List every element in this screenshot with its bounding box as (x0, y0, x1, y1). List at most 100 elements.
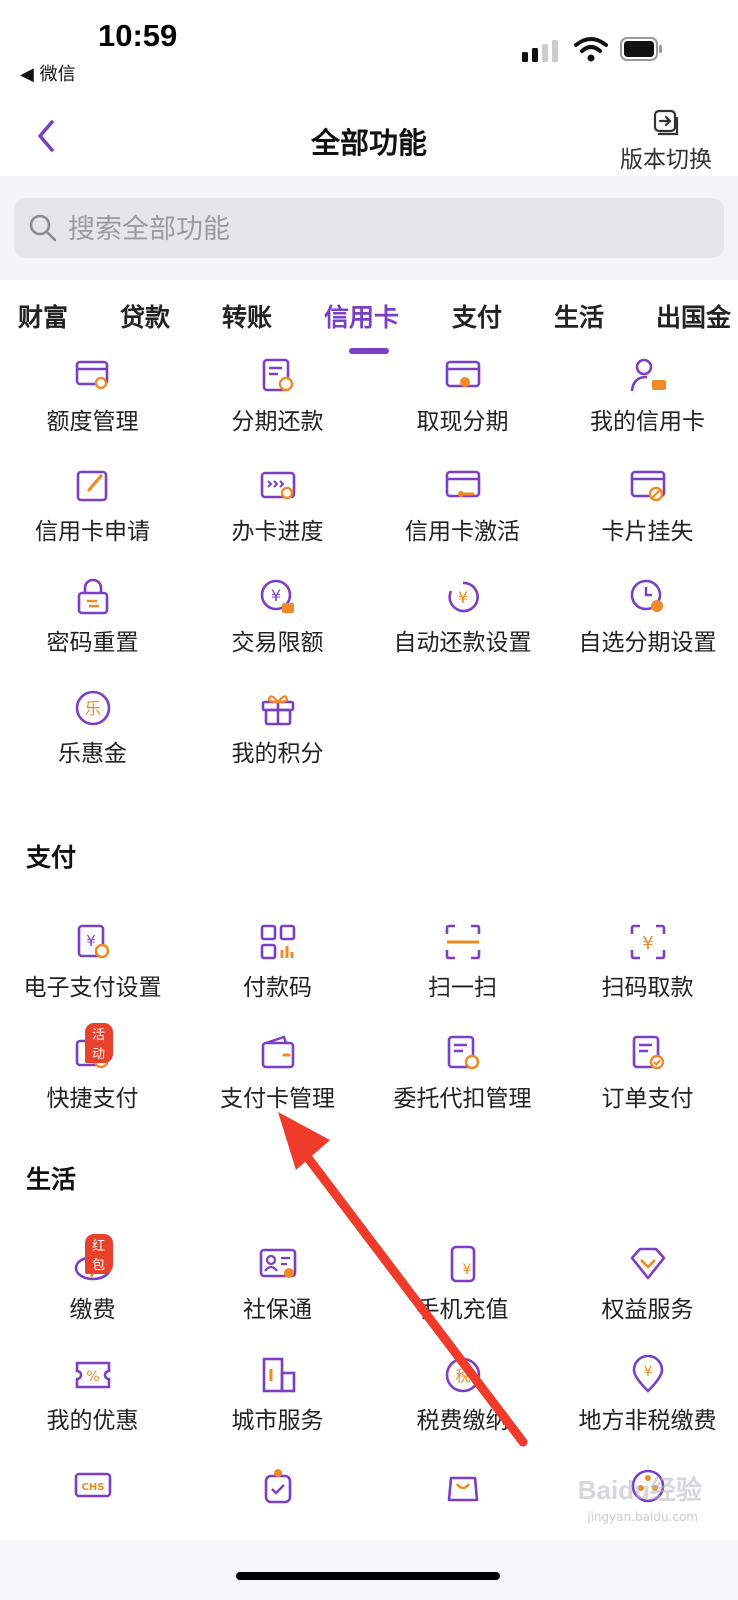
tab-credit-card[interactable]: 信用卡 (324, 298, 399, 334)
grid-item-installment-repay[interactable]: 分期还款 (185, 356, 370, 436)
scan-yuan-icon: ¥ (630, 924, 665, 960)
yuan-cycle-icon: ¥ (447, 581, 479, 613)
section-title-payment: 支付 (26, 843, 77, 872)
grid-item-my-points[interactable]: 我的积分 (185, 688, 370, 768)
bill-clock-icon (262, 358, 293, 392)
yuan-doc-gear-icon: ¥ (77, 924, 109, 959)
grid-item-transaction-limit[interactable]: ¥ 交易限额 (185, 577, 370, 657)
grid-item-pay-code[interactable]: 付款码 (185, 922, 370, 1002)
wallet-icon (261, 1035, 294, 1069)
user-card-icon (630, 358, 666, 392)
svg-text:%: % (86, 1369, 99, 1385)
card-coin-icon (445, 360, 480, 388)
grid-item-lehuijin[interactable]: 乐 乐惠金 (0, 688, 185, 768)
le-coin-icon: 乐 (75, 690, 110, 726)
card-progress-icon (260, 471, 295, 500)
tax-icon: 税 (445, 1357, 480, 1393)
search-icon (29, 214, 57, 242)
grid-item-benefits[interactable]: 权益服务 (555, 1244, 738, 1324)
grid-item-card-activation[interactable]: 信用卡激活 (370, 466, 555, 546)
svg-text:¥: ¥ (270, 586, 280, 605)
grid-item-medal[interactable] (185, 1466, 370, 1506)
card-block-icon (630, 470, 665, 502)
grid-item-tax-payment[interactable]: 税 税费缴纳 (370, 1355, 555, 1435)
version-switch-label: 版本切换 (620, 147, 712, 173)
active-tab-indicator (349, 348, 389, 354)
qr-code-icon (260, 924, 295, 960)
back-to-wechat-link[interactable]: ◀ 微信 (20, 60, 76, 86)
tab-transfer[interactable]: 转账 (222, 298, 272, 334)
grid-item-card-application[interactable]: 信用卡申请 (0, 466, 185, 546)
search-box[interactable] (14, 198, 724, 260)
svg-text:税: 税 (455, 1367, 470, 1385)
svg-text:¥: ¥ (643, 1364, 652, 1380)
baidu-watermark: Baidu经验 (577, 1475, 702, 1505)
grid-item-password-reset[interactable]: 密码重置 (0, 577, 185, 657)
status-bar: 10:59 ◀ 微信 (0, 0, 738, 98)
scan-icon (445, 924, 480, 960)
tab-overseas[interactable]: 出国金 (656, 298, 731, 334)
svg-text:¥: ¥ (457, 588, 467, 607)
grid-item-pay-card-management[interactable]: 支付卡管理 (185, 1033, 370, 1113)
chs-icon: CHS (74, 1472, 111, 1498)
search-input[interactable] (66, 198, 710, 260)
phone-yuan-icon: ¥ (450, 1245, 475, 1283)
home-indicator (236, 1572, 500, 1580)
coupon-icon: % (75, 1361, 110, 1389)
tab-life[interactable]: 生活 (554, 298, 604, 334)
grid-item-custom-installment[interactable]: 自选分期设置 (555, 577, 738, 657)
lock-icon (77, 578, 108, 615)
grid-item-shopping[interactable] (370, 1466, 555, 1506)
card-search-icon (75, 360, 108, 390)
medal-check-icon (264, 1469, 291, 1504)
grid-item-e-pay-settings[interactable]: ¥ 电子支付设置 (0, 922, 185, 1002)
svg-text:¥: ¥ (86, 932, 96, 950)
svg-text:CHS: CHS (81, 1482, 104, 1493)
grid-item-phone-recharge[interactable]: ¥ 手机充值 (370, 1244, 555, 1324)
grid-item-bill-payment[interactable]: 红包 缴费 (0, 1234, 185, 1324)
search-area (0, 176, 738, 280)
wifi-icon (574, 37, 608, 62)
tab-loans[interactable]: 贷款 (120, 298, 170, 334)
version-switch-button[interactable]: 版本切换 (616, 108, 716, 174)
grid-item-local-nontax[interactable]: ¥ 地方非税缴费 (555, 1355, 738, 1435)
cellular-signal-icon (522, 40, 558, 62)
battery-icon (620, 37, 662, 61)
bag-icon (447, 1476, 478, 1502)
yuan-lock-icon: ¥ (260, 579, 294, 613)
section-title-life: 生活 (26, 1165, 77, 1194)
grid-item-scan-withdraw[interactable]: ¥ 扫码取款 (555, 922, 738, 1002)
grid-item-card-loss-report[interactable]: 卡片挂失 (555, 466, 738, 546)
location-yuan-icon: ¥ (632, 1355, 663, 1393)
category-tabs: 财富 贷款 转账 信用卡 支付 生活 出国金 (0, 280, 738, 357)
grid-item-card-progress[interactable]: 办卡进度 (185, 466, 370, 546)
svg-text:乐: 乐 (84, 699, 100, 718)
card-key-icon (445, 470, 480, 498)
grid-item-social-security[interactable]: 社保通 (185, 1244, 370, 1324)
grid-item-my-credit-card[interactable]: 我的信用卡 (555, 356, 738, 436)
grid-item-scan[interactable]: 扫一扫 (370, 922, 555, 1002)
svg-text:¥: ¥ (462, 1262, 471, 1278)
grid-item-my-offers[interactable]: % 我的优惠 (0, 1355, 185, 1435)
svg-text:¥: ¥ (642, 933, 653, 954)
grid-item-order-pay[interactable]: 订单支付 (555, 1033, 738, 1113)
nav-bar: 全部功能 版本切换 (0, 98, 738, 177)
activity-badge: 活动 (84, 1023, 113, 1063)
grid-item-credit-limit[interactable]: 额度管理 (0, 356, 185, 436)
doc-gear-icon (447, 1035, 479, 1070)
grid-item-quick-pay[interactable]: 活动 快捷支付 (0, 1023, 185, 1113)
edit-icon (76, 470, 107, 502)
grid-item-cash-installment[interactable]: 取现分期 (370, 356, 555, 436)
gift-icon (261, 695, 294, 726)
id-card-icon (259, 1248, 296, 1278)
order-check-icon (632, 1035, 664, 1070)
diamond-icon (630, 1247, 665, 1280)
grid-item-direct-debit[interactable]: 委托代扣管理 (370, 1033, 555, 1113)
tab-wealth[interactable]: 财富 (18, 298, 68, 334)
red-packet-badge: 红包 (84, 1234, 113, 1274)
grid-item-auto-repay[interactable]: ¥ 自动还款设置 (370, 577, 555, 657)
baidu-watermark-url: jingyan.baidu.com (587, 1510, 698, 1524)
grid-item-city-services[interactable]: 城市服务 (185, 1355, 370, 1435)
grid-item-chs[interactable]: CHS (0, 1466, 185, 1506)
tab-payment[interactable]: 支付 (452, 298, 502, 334)
